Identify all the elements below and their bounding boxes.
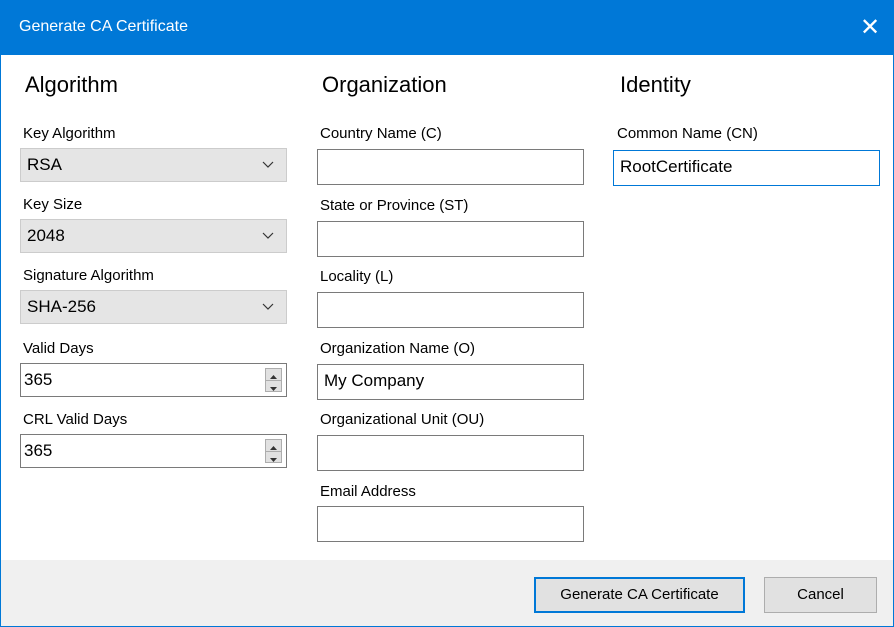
org-name-value: My Company: [324, 371, 425, 390]
valid-days-spin-buttons: [265, 368, 282, 392]
locality-label: Locality (L): [320, 268, 394, 285]
crl-valid-days-stepper[interactable]: 365: [20, 434, 287, 468]
org-name-field[interactable]: My Company: [317, 364, 584, 400]
title-bar: Generate CA Certificate ✕: [1, 1, 893, 55]
signature-algorithm-select[interactable]: SHA-256: [20, 290, 287, 324]
email-field[interactable]: [317, 506, 584, 542]
algorithm-heading: Algorithm: [25, 72, 118, 97]
state-field[interactable]: [317, 221, 584, 257]
spin-down-button[interactable]: [266, 380, 281, 392]
spin-up-button[interactable]: [266, 369, 281, 380]
country-label: Country Name (C): [320, 125, 442, 142]
chevron-down-icon: [262, 161, 274, 168]
window-title: Generate CA Certificate: [19, 18, 188, 35]
close-icon[interactable]: ✕: [847, 1, 893, 55]
key-algorithm-label: Key Algorithm: [23, 125, 116, 142]
signature-algorithm-label: Signature Algorithm: [23, 267, 154, 284]
key-size-label: Key Size: [23, 196, 83, 213]
spin-down-button[interactable]: [266, 451, 281, 463]
crl-valid-days-spin-buttons: [265, 439, 282, 463]
common-name-label: Common Name (CN): [617, 125, 758, 142]
dialog-content: Algorithm Key Algorithm RSA Key Size 204…: [1, 55, 893, 560]
org-unit-field[interactable]: [317, 435, 584, 471]
state-label: State or Province (ST): [320, 197, 469, 214]
key-size-select[interactable]: 2048: [20, 219, 287, 253]
valid-days-value: 365: [24, 370, 53, 389]
triangle-down-icon: [270, 387, 277, 391]
common-name-field[interactable]: RootCertificate: [613, 150, 880, 186]
crl-valid-days-value: 365: [24, 441, 53, 460]
triangle-down-icon: [270, 458, 277, 462]
identity-heading: Identity: [620, 72, 691, 97]
organization-heading: Organization: [322, 72, 447, 97]
chevron-down-icon: [262, 303, 274, 310]
country-field[interactable]: [317, 149, 584, 185]
valid-days-label: Valid Days: [23, 340, 94, 357]
key-size-value: 2048: [27, 226, 65, 245]
locality-field[interactable]: [317, 292, 584, 328]
chevron-down-icon: [262, 232, 274, 239]
org-unit-label: Organizational Unit (OU): [320, 411, 485, 428]
generate-ca-certificate-button[interactable]: Generate CA Certificate: [534, 577, 745, 613]
common-name-value: RootCertificate: [620, 157, 733, 176]
crl-valid-days-label: CRL Valid Days: [23, 411, 128, 428]
key-algorithm-value: RSA: [27, 155, 62, 174]
dialog-footer: Generate CA Certificate Cancel: [1, 560, 893, 626]
signature-algorithm-value: SHA-256: [27, 297, 96, 316]
cancel-button[interactable]: Cancel: [764, 577, 877, 613]
valid-days-stepper[interactable]: 365: [20, 363, 287, 397]
generate-ca-certificate-dialog: Generate CA Certificate ✕ Algorithm Key …: [0, 0, 894, 627]
email-label: Email Address: [320, 483, 416, 500]
org-name-label: Organization Name (O): [320, 340, 476, 357]
spin-up-button[interactable]: [266, 440, 281, 451]
key-algorithm-select[interactable]: RSA: [20, 148, 287, 182]
